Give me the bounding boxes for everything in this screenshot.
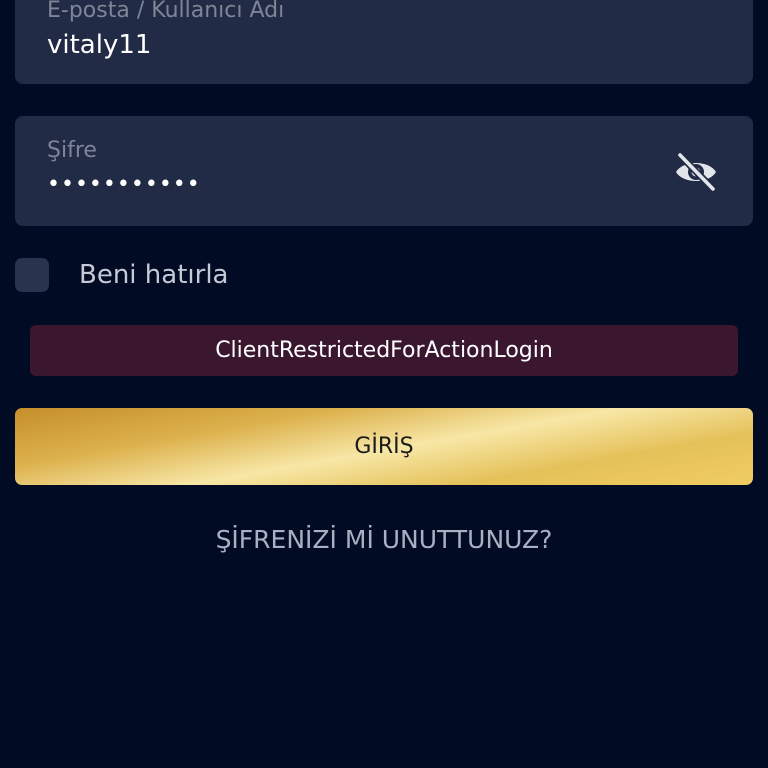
error-message: ClientRestrictedForActionLogin [215,338,553,363]
username-input[interactable]: vitaly11 [47,30,151,60]
password-label: Şifre [47,138,97,163]
password-input[interactable]: ••••••••••• [47,172,201,197]
login-button[interactable]: GİRİŞ [15,408,753,485]
username-label: E-posta / Kullanıcı Adı [47,0,285,23]
remember-me-checkbox[interactable] [15,258,49,292]
login-button-label: GİRİŞ [354,434,414,459]
error-banner: ClientRestrictedForActionLogin [30,325,738,376]
remember-me[interactable]: Beni hatırla [15,258,228,292]
forgot-password-link[interactable]: ŞİFRENİZİ Mİ UNUTTUNUZ? [0,525,768,554]
remember-me-label: Beni hatırla [79,260,229,290]
username-field[interactable]: E-posta / Kullanıcı Adı vitaly11 [15,0,753,84]
eye-off-icon[interactable] [673,152,719,192]
password-field[interactable]: Şifre ••••••••••• [15,116,753,226]
